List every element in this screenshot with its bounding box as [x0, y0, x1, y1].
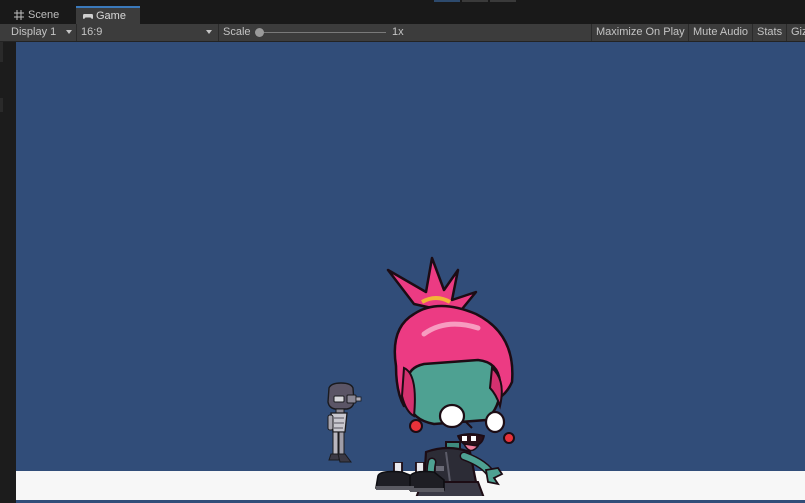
divider — [591, 24, 592, 41]
aspect-chevron-down-icon[interactable] — [206, 30, 212, 34]
divider — [786, 24, 787, 41]
unity-editor-window: Scene Game Display 1 16:9 Scale 1x Maxim… — [0, 0, 805, 503]
display-chevron-down-icon[interactable] — [66, 30, 72, 34]
gamepad-icon — [82, 11, 93, 21]
divider — [76, 24, 77, 41]
zombie-girl-character-sprite[interactable] — [366, 256, 516, 496]
robot-character-sprite[interactable] — [323, 382, 363, 474]
left-panel-edge — [0, 42, 16, 503]
toolbar-play-button-edge[interactable] — [434, 0, 460, 2]
tab-scene[interactable]: Scene — [8, 6, 76, 24]
game-view-canvas[interactable] — [16, 42, 805, 503]
tab-game[interactable]: Game — [76, 6, 140, 24]
scale-label: Scale — [223, 26, 251, 38]
display-dropdown-label[interactable]: Display 1 — [11, 24, 56, 41]
maximize-on-play-toggle[interactable]: Maximize On Play — [596, 24, 685, 41]
scale-value: 1x — [392, 26, 404, 38]
gizmos-dropdown[interactable]: Giz — [791, 24, 805, 41]
game-view-toolbar: Display 1 16:9 Scale 1x Maximize On Play… — [0, 24, 805, 42]
tab-scene-label: Scene — [28, 9, 60, 21]
aspect-dropdown-label[interactable]: 16:9 — [81, 24, 102, 41]
panel-splitter[interactable] — [0, 42, 3, 62]
stats-toggle[interactable]: Stats — [757, 24, 782, 41]
tab-game-label: Game — [96, 10, 126, 22]
view-tab-bar: Scene Game — [0, 6, 805, 25]
toolbar-pause-button-edge[interactable] — [462, 0, 488, 2]
divider — [688, 24, 689, 41]
scale-slider-handle[interactable] — [255, 28, 264, 37]
scale-slider-track[interactable] — [258, 32, 386, 33]
divider — [218, 24, 219, 41]
mute-audio-toggle[interactable]: Mute Audio — [693, 24, 748, 41]
panel-splitter[interactable] — [0, 98, 3, 112]
toolbar-step-button-edge[interactable] — [490, 0, 516, 2]
grid-icon — [14, 10, 24, 20]
zombie-girl-boots — [375, 462, 445, 492]
divider — [752, 24, 753, 41]
